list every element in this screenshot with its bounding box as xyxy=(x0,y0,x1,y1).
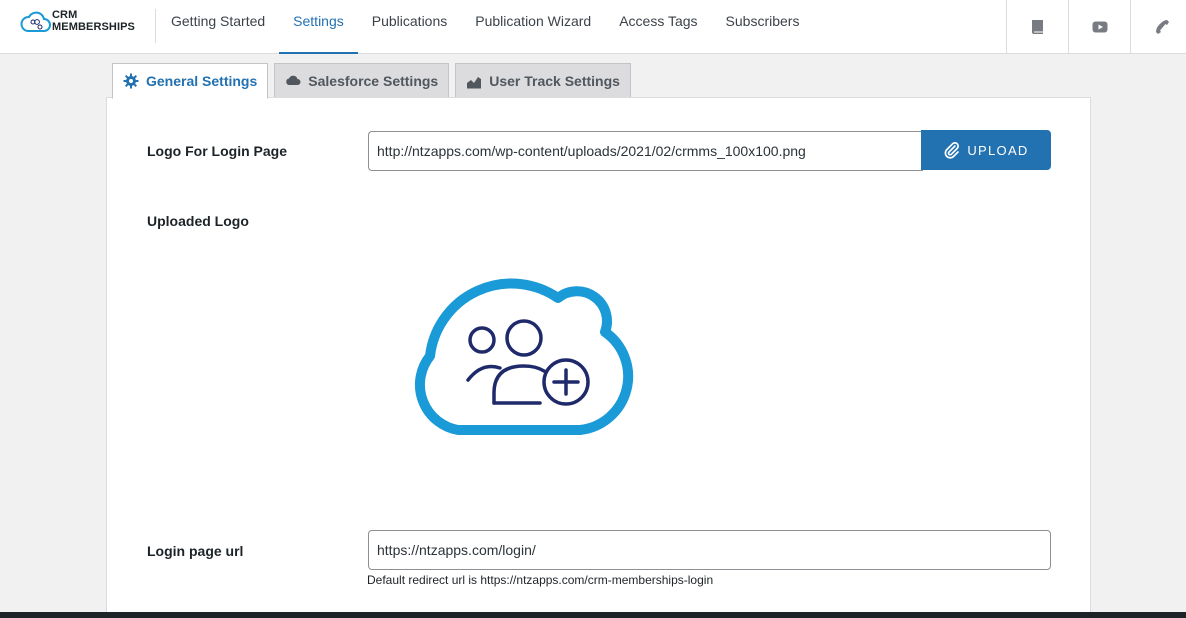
tab-general-settings[interactable]: General Settings xyxy=(112,63,269,99)
chart-icon xyxy=(467,76,482,88)
top-bar: CRM MEMBERSHIPS Getting Started Settings… xyxy=(0,0,1186,54)
nav-access-tags[interactable]: Access Tags xyxy=(605,0,711,54)
nav-getting-started[interactable]: Getting Started xyxy=(157,0,279,54)
login-url-hint: Default redirect url is https://ntzapps.… xyxy=(367,573,714,587)
gear-icon xyxy=(123,73,139,89)
phone-icon xyxy=(1155,20,1169,34)
tab-user-track-settings[interactable]: User Track Settings xyxy=(455,63,631,98)
tab-general-settings-label: General Settings xyxy=(146,73,258,89)
general-settings-panel: Logo For Login Page UPLOAD Uploaded Logo… xyxy=(106,97,1091,618)
youtube-icon xyxy=(1092,21,1107,33)
uploaded-logo-image xyxy=(415,278,634,435)
tab-salesforce-settings-label: Salesforce Settings xyxy=(308,72,439,89)
crm-logo-icon xyxy=(20,11,51,32)
paperclip-icon xyxy=(944,142,960,159)
contact-button[interactable] xyxy=(1130,0,1186,54)
nav-subscribers[interactable]: Subscribers xyxy=(712,0,814,54)
brand-name-line2: MEMBERSHIPS xyxy=(52,21,135,33)
login-url-label: Login page url xyxy=(147,543,244,559)
uploaded-logo-label: Uploaded Logo xyxy=(147,213,249,229)
brand-logo[interactable]: CRM MEMBERSHIPS xyxy=(20,9,156,43)
settings-tabs: General Settings Salesforce Settings Use… xyxy=(112,63,637,99)
nav-settings[interactable]: Settings xyxy=(279,0,358,54)
logo-label: Logo For Login Page xyxy=(147,143,287,159)
brand-name-line1: CRM xyxy=(52,9,78,21)
main-nav: Getting Started Settings Publications Pu… xyxy=(157,0,813,54)
cloud-icon xyxy=(286,75,301,85)
book-icon xyxy=(1031,20,1043,34)
logo-url-input[interactable] xyxy=(368,131,923,171)
nav-publication-wizard[interactable]: Publication Wizard xyxy=(461,0,605,54)
upload-button-label: UPLOAD xyxy=(967,142,1029,158)
login-url-input[interactable] xyxy=(368,530,1051,570)
tab-user-track-settings-label: User Track Settings xyxy=(489,72,620,89)
bottom-bar xyxy=(0,612,1186,618)
tab-salesforce-settings[interactable]: Salesforce Settings xyxy=(274,63,450,98)
video-button[interactable] xyxy=(1068,0,1130,54)
docs-button[interactable] xyxy=(1006,0,1068,54)
upload-button[interactable]: UPLOAD xyxy=(921,130,1051,170)
nav-publications[interactable]: Publications xyxy=(358,0,462,54)
